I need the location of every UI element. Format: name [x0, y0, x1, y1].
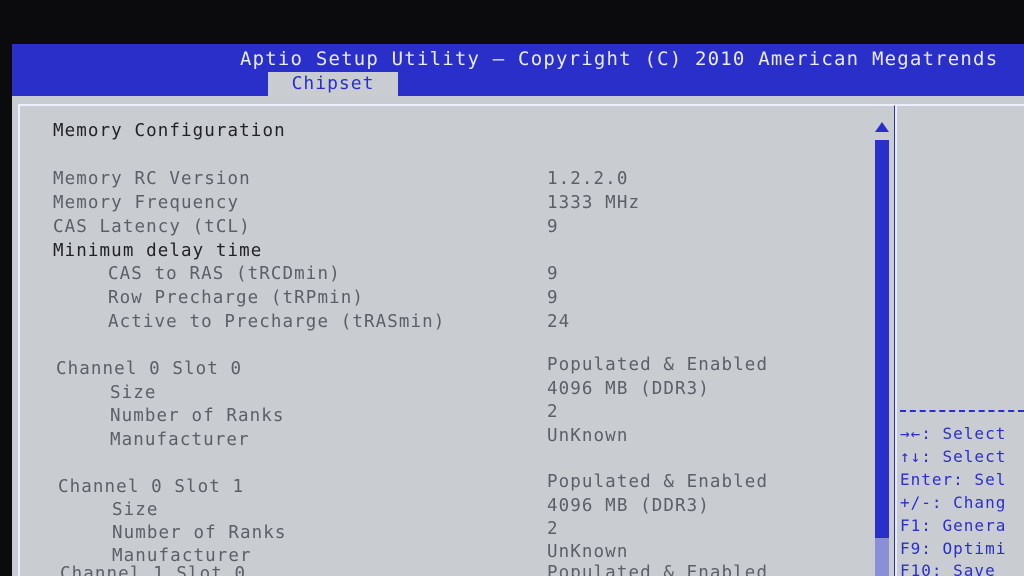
tab-chipset[interactable]: Chipset [268, 72, 398, 96]
frequency-label: Memory Frequency [53, 193, 240, 213]
active-to-precharge-value: 24 [547, 312, 571, 332]
help-enter: Enter: Sel [900, 470, 1007, 489]
scroll-up-arrow-icon[interactable] [875, 122, 889, 132]
help-select-item: ↑↓: Select [900, 447, 1007, 466]
cas-latency-value: 9 [547, 217, 559, 237]
help-f10: F10: Save [900, 561, 996, 576]
slot-label: Channel 1 Slot 0 [60, 564, 247, 576]
help-change: +/-: Chang [900, 493, 1007, 512]
frequency-value: 1333 MHz [547, 193, 641, 213]
slot-size-label: Size [110, 383, 157, 403]
slot-status: Populated & Enabled [547, 563, 769, 576]
slot-manufacturer-value: UnKnown [547, 426, 629, 446]
app-title: Aptio Setup Utility – Copyright (C) 2010… [240, 48, 999, 70]
slot-label: Channel 0 Slot 0 [56, 359, 243, 379]
title-bar: Aptio Setup Utility – Copyright (C) 2010… [12, 44, 1024, 96]
slot-status: Populated & Enabled [547, 472, 769, 492]
cas-to-ras-value: 9 [547, 264, 559, 284]
slot-manufacturer-label: Manufacturer [112, 546, 252, 566]
slot-status: Populated & Enabled [547, 355, 769, 375]
slot-ranks-label: Number of Ranks [112, 523, 287, 543]
active-to-precharge-label: Active to Precharge (tRASmin) [108, 312, 446, 332]
section-title: Memory Configuration [53, 121, 286, 141]
rc-version-label: Memory RC Version [53, 169, 251, 189]
help-f9: F9: Optimi [900, 539, 1007, 558]
bios-screen: Aptio Setup Utility – Copyright (C) 2010… [0, 0, 1024, 576]
cas-to-ras-label: CAS to RAS (tRCDmin) [108, 264, 341, 284]
slot-size-value: 4096 MB (DDR3) [547, 379, 710, 399]
help-f1: F1: Genera [900, 516, 1007, 535]
slot-manufacturer-value: UnKnown [547, 542, 629, 562]
slot-size-label: Size [112, 500, 159, 520]
slot-ranks-label: Number of Ranks [110, 406, 285, 426]
cas-latency-label: CAS Latency (tCL) [53, 217, 251, 237]
slot-size-value: 4096 MB (DDR3) [547, 496, 710, 516]
slot-label: Channel 0 Slot 1 [58, 477, 245, 497]
slot-ranks-value: 2 [547, 402, 559, 422]
min-delay-heading: Minimum delay time [53, 241, 263, 261]
slot-manufacturer-label: Manufacturer [110, 430, 250, 450]
rc-version-value: 1.2.2.0 [547, 169, 629, 189]
slot-ranks-value: 2 [547, 519, 559, 539]
scrollbar[interactable] [875, 140, 889, 576]
row-precharge-label: Row Precharge (tRPmin) [108, 288, 364, 308]
help-select-screen: →←: Select [900, 424, 1007, 443]
help-divider [900, 410, 1024, 412]
scrollbar-thumb[interactable] [875, 538, 889, 576]
row-precharge-value: 9 [547, 288, 559, 308]
